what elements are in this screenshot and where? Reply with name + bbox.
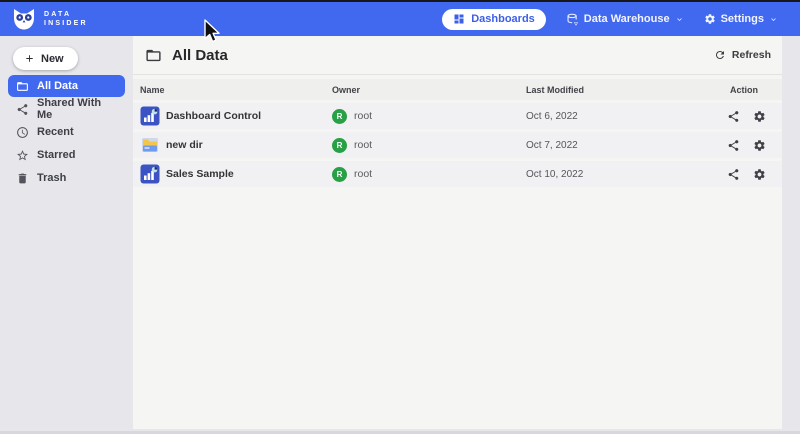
sidebar-item-shared-with-me[interactable]: Shared With Me	[8, 98, 125, 120]
folder-icon	[145, 47, 162, 64]
database-icon	[566, 13, 579, 26]
dashboard-icon	[453, 13, 465, 25]
content-header: All Data Refresh	[133, 36, 782, 75]
dashboard-file-icon	[140, 164, 160, 184]
dashboard-file-icon	[140, 106, 160, 126]
refresh-label: Refresh	[732, 49, 771, 61]
owner-avatar: R	[332, 167, 347, 182]
last-modified-date: Oct 6, 2022	[526, 111, 694, 122]
share-icon	[16, 103, 29, 116]
chevron-down-icon	[675, 15, 684, 24]
gear-icon	[704, 13, 716, 25]
sidebar-item-recent[interactable]: Recent	[8, 121, 125, 143]
owner-avatar: R	[332, 138, 347, 153]
file-name: Sales Sample	[166, 168, 234, 180]
last-modified-date: Oct 7, 2022	[526, 140, 694, 151]
page-title: All Data	[172, 47, 228, 64]
chevron-down-icon	[769, 15, 778, 24]
sidebar-item-starred[interactable]: Starred	[8, 144, 125, 166]
sidebar-item-label: Shared With Me	[37, 97, 117, 121]
app-logo[interactable]: DATA INSIDER	[11, 6, 88, 32]
gear-icon[interactable]	[753, 139, 766, 152]
owner-name: root	[354, 168, 372, 180]
sidebar-item-all-data[interactable]: All Data	[8, 75, 125, 97]
data-warehouse-menu[interactable]: Data Warehouse	[566, 13, 684, 26]
table-row[interactable]: new dir R root Oct 7, 2022	[133, 132, 782, 158]
gear-icon[interactable]	[753, 110, 766, 123]
gear-icon[interactable]	[753, 168, 766, 181]
file-name: new dir	[166, 139, 203, 151]
last-modified-date: Oct 10, 2022	[526, 169, 694, 180]
app-name: DATA INSIDER	[44, 10, 88, 28]
share-icon[interactable]	[727, 110, 740, 123]
table-row[interactable]: Sales Sample R root Oct 10, 2022	[133, 161, 782, 187]
refresh-icon	[714, 49, 726, 61]
settings-label: Settings	[721, 13, 764, 25]
new-button[interactable]: New	[13, 47, 78, 70]
owl-logo-icon	[11, 6, 37, 32]
dashboards-label: Dashboards	[471, 13, 535, 25]
sidebar-item-label: Starred	[37, 149, 76, 161]
table-row[interactable]: Dashboard Control R root Oct 6, 2022	[133, 103, 782, 129]
folder-file-icon	[140, 135, 160, 155]
column-header-action: Action	[694, 85, 772, 95]
folder-icon	[16, 80, 29, 93]
content-panel: All Data Refresh Name Owner Last Modifie…	[133, 36, 782, 429]
column-header-name: Name	[140, 85, 332, 95]
column-header-last-modified: Last Modified	[526, 85, 694, 95]
file-name: Dashboard Control	[166, 110, 261, 122]
column-header-owner: Owner	[332, 85, 526, 95]
data-warehouse-label: Data Warehouse	[584, 13, 670, 25]
trash-icon	[16, 172, 29, 185]
window-top-edge	[0, 0, 800, 2]
plus-icon	[24, 53, 35, 64]
owner-avatar: R	[332, 109, 347, 124]
sidebar: New All Data Shared With Me Recent Starr…	[0, 36, 133, 431]
sidebar-item-label: All Data	[37, 80, 78, 92]
owner-name: root	[354, 139, 372, 151]
share-icon[interactable]	[727, 168, 740, 181]
sidebar-item-label: Recent	[37, 126, 74, 138]
table-header: Name Owner Last Modified Action	[133, 79, 782, 100]
share-icon[interactable]	[727, 139, 740, 152]
clock-icon	[16, 126, 29, 139]
new-button-label: New	[41, 53, 64, 65]
sidebar-item-label: Trash	[37, 172, 66, 184]
app-name-line2: INSIDER	[44, 19, 88, 28]
sidebar-nav: All Data Shared With Me Recent Starred T…	[8, 75, 125, 190]
sidebar-item-trash[interactable]: Trash	[8, 167, 125, 189]
dashboards-button[interactable]: Dashboards	[442, 9, 546, 30]
refresh-button[interactable]: Refresh	[714, 49, 771, 61]
owner-name: root	[354, 110, 372, 122]
star-icon	[16, 149, 29, 162]
settings-menu[interactable]: Settings	[704, 13, 778, 25]
top-navbar: DATA INSIDER Dashboards Data Warehouse	[0, 2, 800, 36]
app-name-line1: DATA	[44, 10, 88, 19]
navbar-menu: Dashboards Data Warehouse Settings	[442, 9, 778, 30]
